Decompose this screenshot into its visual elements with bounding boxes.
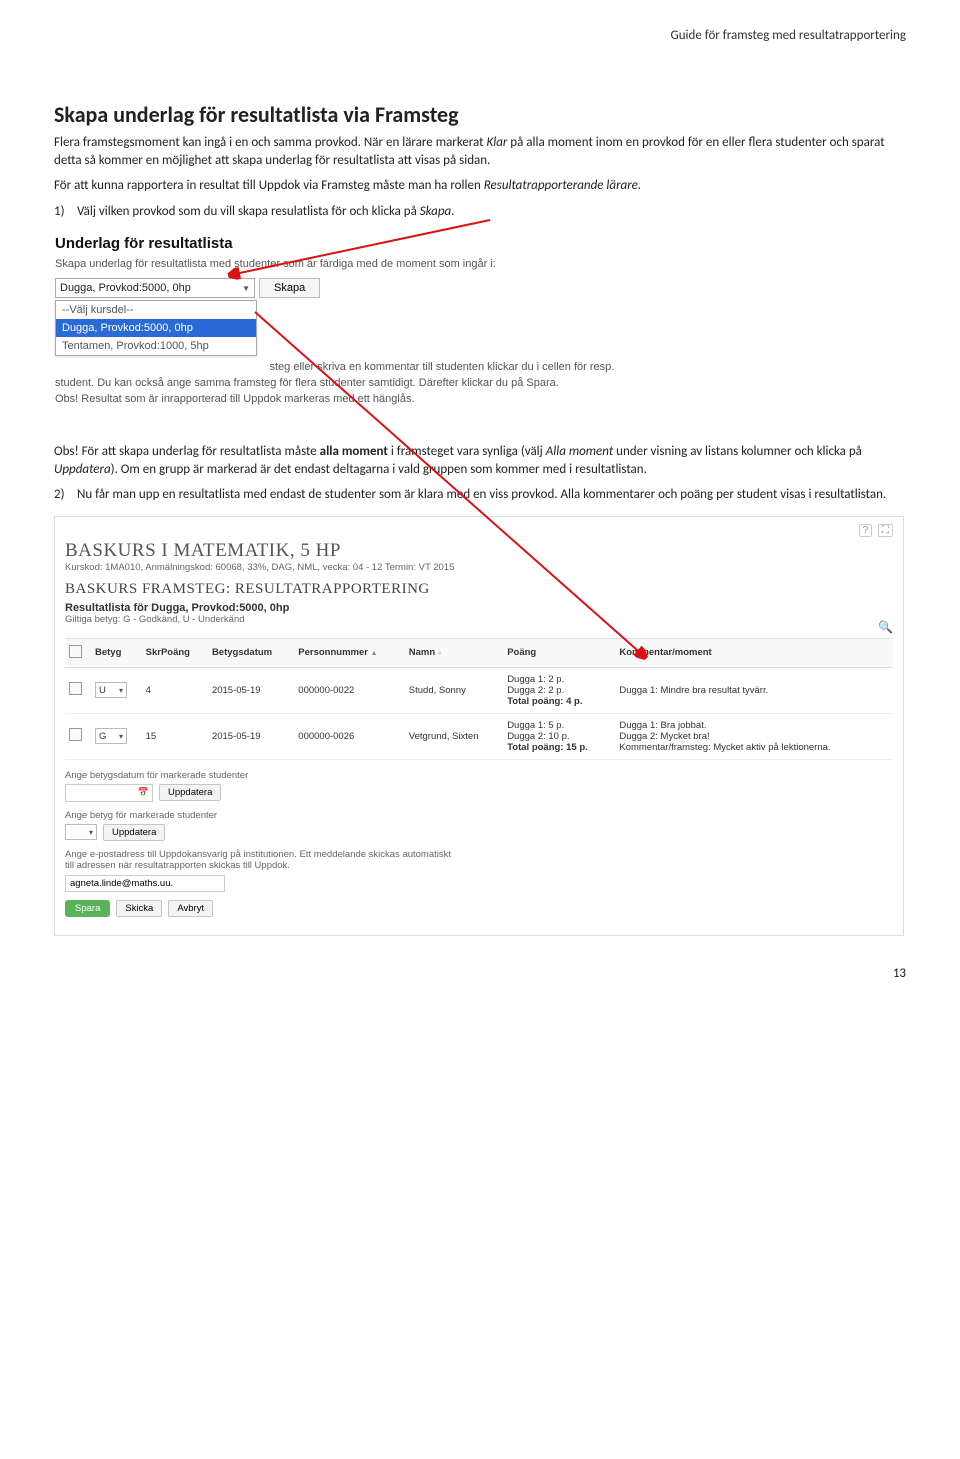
list-title: Resultatlista för Dugga, Provkod:5000, 0… xyxy=(65,602,893,614)
bulk-betyg-input[interactable]: ▾ xyxy=(65,824,97,840)
row-checkbox[interactable] xyxy=(69,682,82,695)
provkod-dropdown[interactable]: --Välj kursdel-- Dugga, Provkod:5000, 0h… xyxy=(55,300,257,356)
update-date-button[interactable]: Uppdatera xyxy=(159,784,221,801)
underlag-title: Underlag för resultatlista xyxy=(55,235,715,252)
course-subtitle: Kurskod: 1MA010, Anmälningskod: 60068, 3… xyxy=(65,562,893,573)
dropdown-item-tentamen[interactable]: Tentamen, Provkod:1000, 5hp xyxy=(56,337,256,355)
skapa-button[interactable]: Skapa xyxy=(259,278,320,298)
page-number: 13 xyxy=(54,966,906,981)
help-icon[interactable]: ? xyxy=(859,524,873,537)
select-all-checkbox[interactable] xyxy=(69,645,82,658)
calendar-icon: 📅 xyxy=(138,787,149,798)
col-kommentar[interactable]: Kommentar/moment xyxy=(615,638,893,667)
dropdown-item-selected[interactable]: Dugga, Provkod:5000, 0hp xyxy=(56,319,256,337)
avbryt-button[interactable]: Avbryt xyxy=(168,900,213,917)
result-table: Betyg SkrPoäng Betygsdatum Personnummer … xyxy=(65,638,893,760)
screenshot-dropdown: Underlag för resultatlista Skapa underla… xyxy=(54,234,716,409)
col-betygsdatum[interactable]: Betygsdatum xyxy=(208,638,294,667)
betyg-input[interactable]: G▾ xyxy=(95,728,127,744)
dropdown-placeholder[interactable]: --Välj kursdel-- xyxy=(56,301,256,319)
update-grade-button[interactable]: Uppdatera xyxy=(103,824,165,841)
obs-paragraph: Obs! För att skapa underlag för resultat… xyxy=(54,443,906,478)
grade-label: Ange betyg för markerade studenter xyxy=(65,810,893,821)
table-row: U▾ 4 2015-05-19 000000-0022 Studd, Sonny… xyxy=(65,667,893,713)
section-title: BASKURS FRAMSTEG: RESULTATRAPPORTERING xyxy=(65,581,893,598)
chevron-down-icon: ▼ xyxy=(242,284,250,293)
provkod-select[interactable]: Dugga, Provkod:5000, 0hp ▼ xyxy=(55,278,255,298)
date-label: Ange betygsdatum för markerade studenter xyxy=(65,770,893,781)
page-header: Guide för framsteg med resultatrapporter… xyxy=(54,28,906,43)
list-item-2: 2) Nu får man upp en resultatlista med e… xyxy=(54,486,906,504)
underlag-desc: Skapa underlag för resultatlista med stu… xyxy=(55,258,715,270)
col-poang[interactable]: Poäng xyxy=(503,638,615,667)
course-title: BASKURS I MATEMATIK, 5 HP xyxy=(65,540,893,562)
date-input[interactable]: 📅 xyxy=(65,784,153,802)
sort-icon: ♦ xyxy=(438,650,442,657)
fullscreen-icon[interactable]: ⛶ xyxy=(878,524,893,537)
betyg-input[interactable]: U▾ xyxy=(95,682,127,698)
spara-button[interactable]: Spara xyxy=(65,900,110,917)
table-row: G▾ 15 2015-05-19 000000-0026 Vetgrund, S… xyxy=(65,713,893,759)
magnifier-icon[interactable]: 🔍 xyxy=(878,620,893,634)
row-checkbox[interactable] xyxy=(69,728,82,741)
col-skrpoang[interactable]: SkrPoäng xyxy=(142,638,208,667)
page-title: Skapa underlag för resultatlista via Fra… xyxy=(54,101,906,128)
email-input[interactable] xyxy=(65,875,225,892)
screenshot-resultlist: ? ⛶ BASKURS I MATEMATIK, 5 HP Kurskod: 1… xyxy=(54,516,904,936)
col-betyg[interactable]: Betyg xyxy=(91,638,142,667)
email-desc: Ange e-postadress till Uppdokansvarig på… xyxy=(65,849,893,871)
col-namn[interactable]: Namn ♦ xyxy=(405,638,503,667)
col-personnummer[interactable]: Personnummer ▲ xyxy=(294,638,405,667)
paragraph-1: Flera framstegsmoment kan ingå i en och … xyxy=(54,134,906,169)
screenshot-body-text: xxxxxxxxxxxxxxxxxxxxxxxxxxxxxxxxxxxxxxxs… xyxy=(55,360,715,408)
paragraph-2: För att kunna rapportera in resultat til… xyxy=(54,177,906,195)
skicka-button[interactable]: Skicka xyxy=(116,900,162,917)
list-item-1: 1) Välj vilken provkod som du vill skapa… xyxy=(54,203,906,221)
sort-icon: ▲ xyxy=(371,650,378,657)
